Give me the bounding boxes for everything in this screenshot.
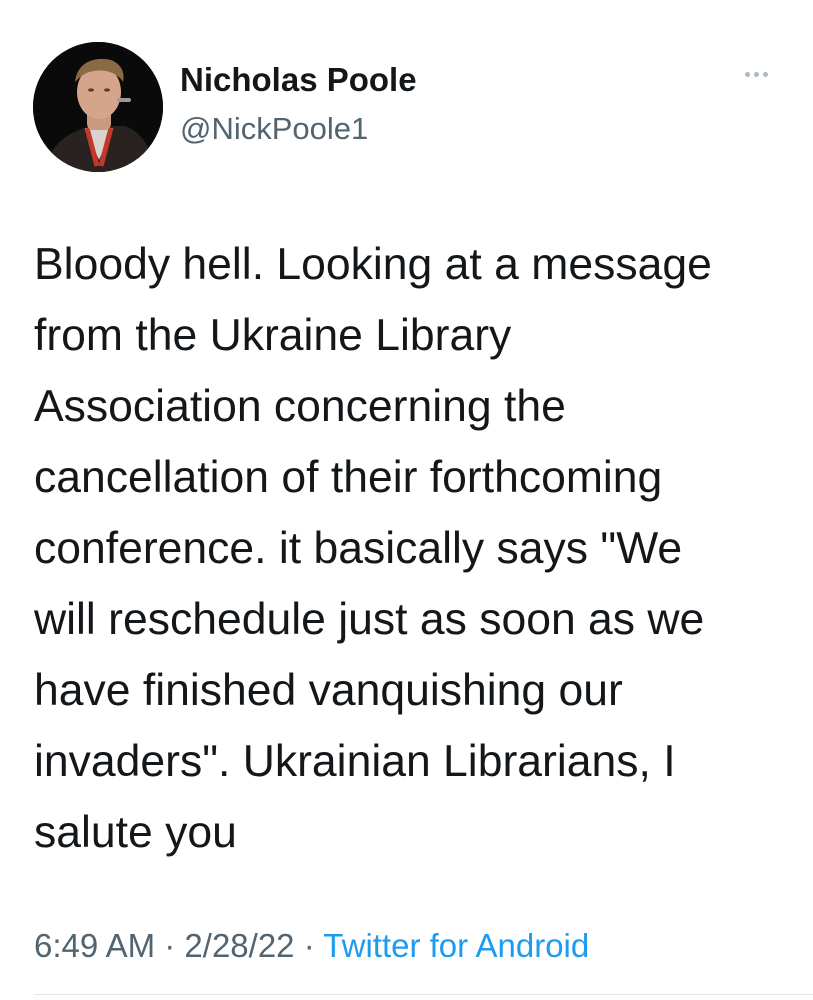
tweet-source-link[interactable]: Twitter for Android	[323, 927, 589, 964]
more-horizontal-icon[interactable]	[726, 58, 786, 90]
tweet-text-line: invaders". Ukrainian Librarians, I	[34, 737, 676, 786]
divider	[34, 994, 813, 995]
tweet-card: Nicholas Poole @NickPoole1 Bloody hell. …	[0, 0, 813, 1000]
tweet-text-line: cancellation of their forthcoming	[34, 453, 663, 502]
author-handle[interactable]: @NickPoole1	[180, 110, 368, 148]
more-dot	[753, 71, 759, 77]
tweet-text-line: have finished vanquishing our	[34, 666, 623, 715]
more-dot	[744, 71, 750, 77]
avatar-photo	[33, 42, 163, 172]
tweet-text-line: from the Ukraine Library	[34, 311, 512, 360]
tweet-text-line: will reschedule just as soon as we	[34, 595, 705, 644]
meta-separator: ·	[303, 927, 315, 964]
tweet-text-line: conference. it basically says "We	[34, 524, 683, 573]
tweet-date[interactable]: 2/28/22	[184, 927, 294, 964]
avatar[interactable]	[33, 42, 163, 172]
tweet-text-line: Association concerning the	[34, 382, 566, 431]
tweet-text: Bloody hell. Looking at a message from t…	[34, 229, 794, 868]
more-dot	[762, 71, 768, 77]
tweet-text-line: salute you	[34, 808, 237, 857]
author-name[interactable]: Nicholas Poole	[180, 60, 417, 100]
tweet-time[interactable]: 6:49 AM	[34, 927, 155, 964]
meta-separator: ·	[164, 927, 176, 964]
tweet-meta: 6:49 AM · 2/28/22 · Twitter for Android	[34, 924, 589, 968]
tweet-text-line: Bloody hell. Looking at a message	[34, 240, 712, 289]
